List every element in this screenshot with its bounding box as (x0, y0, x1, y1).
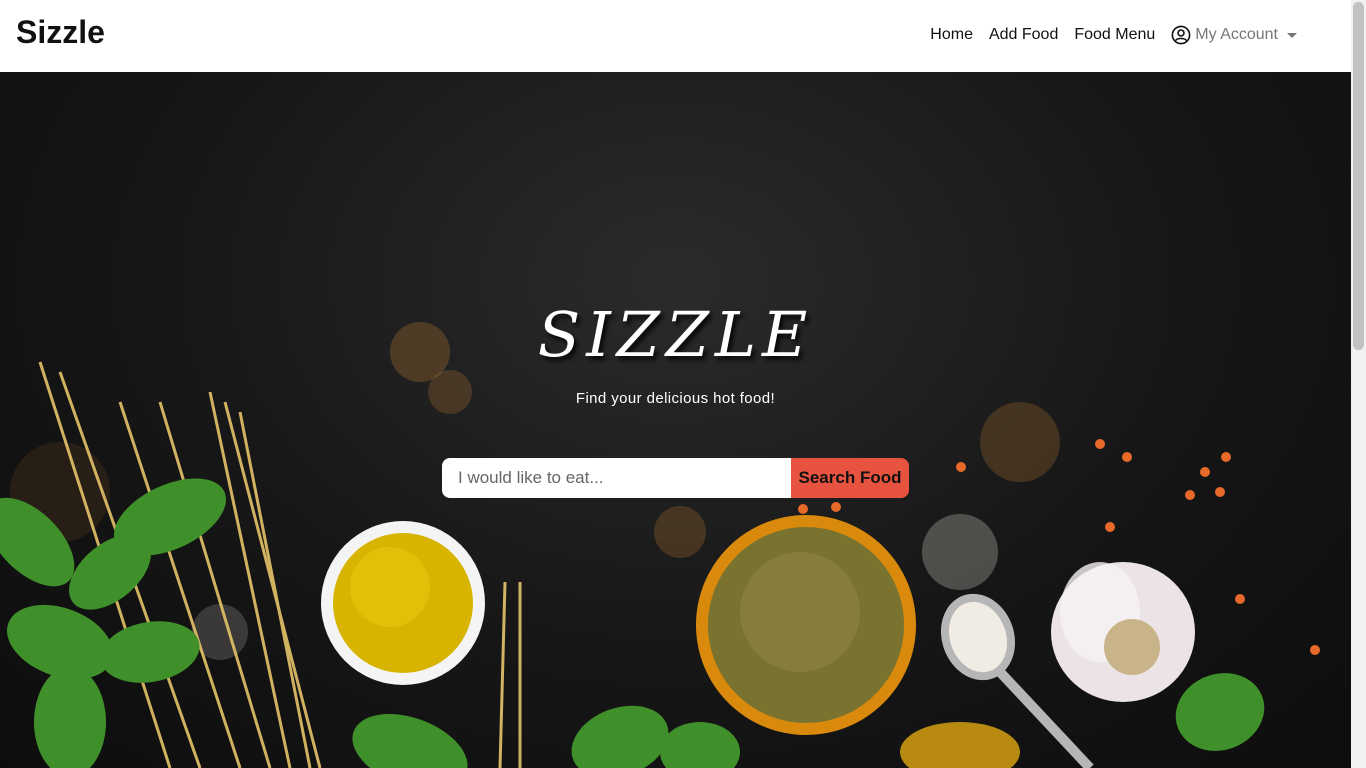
search-bar: Search Food (442, 458, 909, 498)
nav-link-home[interactable]: Home (930, 22, 973, 48)
caret-down-icon (1287, 32, 1297, 38)
nav-link-add-food[interactable]: Add Food (989, 22, 1058, 48)
scrollbar-thumb[interactable] (1353, 2, 1364, 350)
nav-link-food-menu[interactable]: Food Menu (1074, 22, 1155, 48)
search-input[interactable] (442, 458, 791, 498)
navbar: Sizzle Home Add Food Food Menu My Accoun… (0, 0, 1351, 72)
nav-menu: Home Add Food Food Menu My Account (930, 22, 1297, 48)
scrollbar[interactable] (1351, 0, 1366, 768)
my-account-label: My Account (1195, 26, 1278, 43)
brand-logo[interactable]: Sizzle (16, 12, 105, 52)
search-food-button[interactable]: Search Food (791, 458, 909, 498)
user-circle-icon (1171, 25, 1191, 45)
hero-section: SIZZLE Find your delicious hot food! Sea… (0, 72, 1351, 768)
hero-subtitle: Find your delicious hot food! (575, 390, 776, 407)
hero-background-image (0, 322, 1320, 768)
hero-title: SIZZLE (537, 298, 814, 371)
my-account-dropdown[interactable]: My Account (1171, 25, 1297, 45)
